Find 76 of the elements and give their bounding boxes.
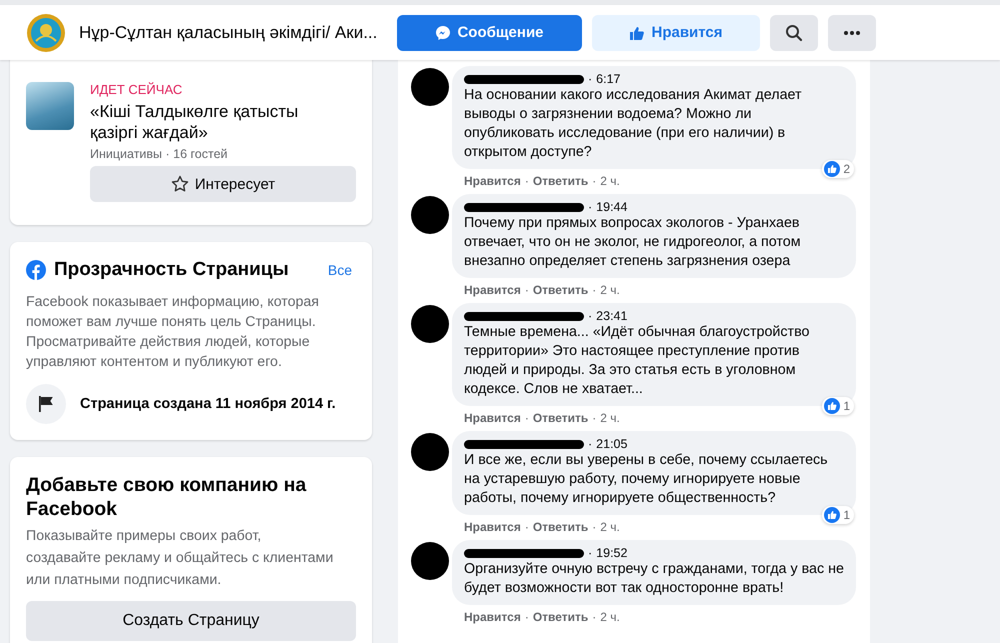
star-icon: [170, 175, 189, 193]
like-reaction-icon: [824, 161, 840, 177]
message-button[interactable]: Сообщение: [397, 14, 582, 50]
creation-date: Страница создана 11 ноября 2014 г.: [80, 396, 336, 412]
separator-dot: ·: [524, 520, 529, 534]
separator-dot: ·: [524, 411, 529, 425]
reply-link[interactable]: Ответить: [532, 411, 588, 425]
more-icon: [844, 30, 860, 34]
separator-dot: ·: [592, 174, 596, 188]
promo-title: Добавьте свою компанию на Facebook: [26, 473, 308, 521]
avatar: [411, 542, 449, 580]
promo-text: Показывайте примеры своих работ, создавайте рекламу и общайтесь с клиентами или платными подписчиками.: [26, 527, 334, 590]
page-name[interactable]: Нұр-Сұлтан қаласының әкімдігі/ Аки...: [79, 22, 397, 42]
emblem-logo: [26, 12, 66, 52]
event-meta: Инициативы · 16 гостей: [90, 147, 229, 161]
like-link[interactable]: Нравится: [464, 411, 521, 425]
separator-dot: ·: [588, 437, 592, 451]
separator-dot: ·: [588, 72, 592, 86]
comment-time[interactable]: 19:52: [596, 546, 628, 560]
avatar: [411, 196, 449, 234]
separator-dot: ·: [592, 411, 596, 425]
separator-dot: ·: [588, 309, 592, 323]
separator-dot: ·: [592, 520, 596, 534]
comment-time[interactable]: 21:05: [596, 437, 628, 451]
like-button[interactable]: Нравится: [592, 14, 760, 50]
event-photo-placeholder: [26, 82, 74, 130]
search-button[interactable]: [770, 14, 818, 50]
separator-dot: ·: [524, 283, 529, 297]
reply-link[interactable]: Ответить: [532, 610, 588, 624]
reply-link[interactable]: Ответить: [532, 283, 588, 297]
event-title[interactable]: «Кіші Талдыкөлге қатысты қазіргі жағдай»: [90, 101, 320, 143]
comment-age: 2 ч.: [600, 174, 620, 188]
comment-text: Темные времена... «Идёт обычная благоустройство территории» Это настоящее преступление против людей и природы. За это статья есть в уголовном кодексе. Слов не хватает...: [464, 323, 810, 399]
section-title: Прозрачность Страницы: [54, 259, 290, 281]
reply-link[interactable]: Ответить: [532, 174, 588, 188]
separator-dot: ·: [592, 283, 596, 297]
like-link[interactable]: Нравится: [464, 283, 521, 297]
comment-text: Почему при прямых вопросах экологов - Уранхаев отвечает, что он не эколог, не гидрогеолог, а потом внезапно определяет степень загрязнения озера: [464, 214, 802, 271]
reaction-count[interactable]: 1: [822, 397, 854, 415]
thumbs-up-icon: [629, 24, 646, 40]
live-label: ИДЕТ СЕЙЧАС: [90, 82, 184, 97]
like-reaction-icon: [824, 507, 840, 523]
reaction-count[interactable]: 2: [822, 160, 854, 178]
facebook-icon: [26, 260, 46, 280]
comment-age: 2 ч.: [600, 411, 620, 425]
comment-age: 2 ч.: [600, 520, 620, 534]
avatar: [411, 433, 449, 471]
separator-dot: ·: [588, 200, 592, 214]
comment-text: И все же, если вы уверены в себе, почему ссылаетесь на устаревшую работу, почему игнорируете новые работы, почему игнорируете общественность?: [464, 451, 829, 508]
like-link[interactable]: Нравится: [464, 610, 521, 624]
comment-text: Организуйте очную встречу с гражданами, тогда у вас не будет возможности вот так односторонне врать!: [464, 560, 844, 598]
comment-text: На основании какого исследования Акимат делает выводы о загрязнении водоема? Можно ли опубликовать исследование (при его наличии) в открытом доступе?: [464, 86, 803, 162]
reply-link[interactable]: Ответить: [532, 520, 588, 534]
separator-dot: ·: [592, 610, 596, 624]
avatar: [411, 305, 449, 343]
comment-age: 2 ч.: [600, 610, 620, 624]
messenger-icon: [435, 24, 452, 40]
comment-time[interactable]: 6:17: [596, 72, 621, 86]
more-button[interactable]: [828, 14, 876, 50]
description-text: Facebook показывает информацию, которая поможет вам лучше понять цель Страницы. Просматривайте действия людей, которые управляют контентом и публикуют его.: [26, 293, 320, 372]
like-link[interactable]: Нравится: [464, 174, 521, 188]
see-all-link[interactable]: Все: [324, 258, 356, 282]
like-reaction-icon: [824, 398, 840, 414]
comment-time[interactable]: 23:41: [596, 309, 628, 323]
interested-button[interactable]: Интересует: [90, 166, 356, 202]
comment-age: 2 ч.: [600, 283, 620, 297]
avatar: [411, 68, 449, 106]
flag-icon: [26, 384, 66, 424]
create-page-button[interactable]: Создать Страницу: [26, 601, 356, 641]
like-link[interactable]: Нравится: [464, 520, 521, 534]
reaction-count[interactable]: 1: [822, 506, 854, 524]
search-icon: [785, 24, 803, 42]
separator-dot: ·: [524, 174, 529, 188]
separator-dot: ·: [524, 610, 529, 624]
comment-time[interactable]: 19:44: [596, 200, 628, 214]
separator-dot: ·: [588, 546, 592, 560]
